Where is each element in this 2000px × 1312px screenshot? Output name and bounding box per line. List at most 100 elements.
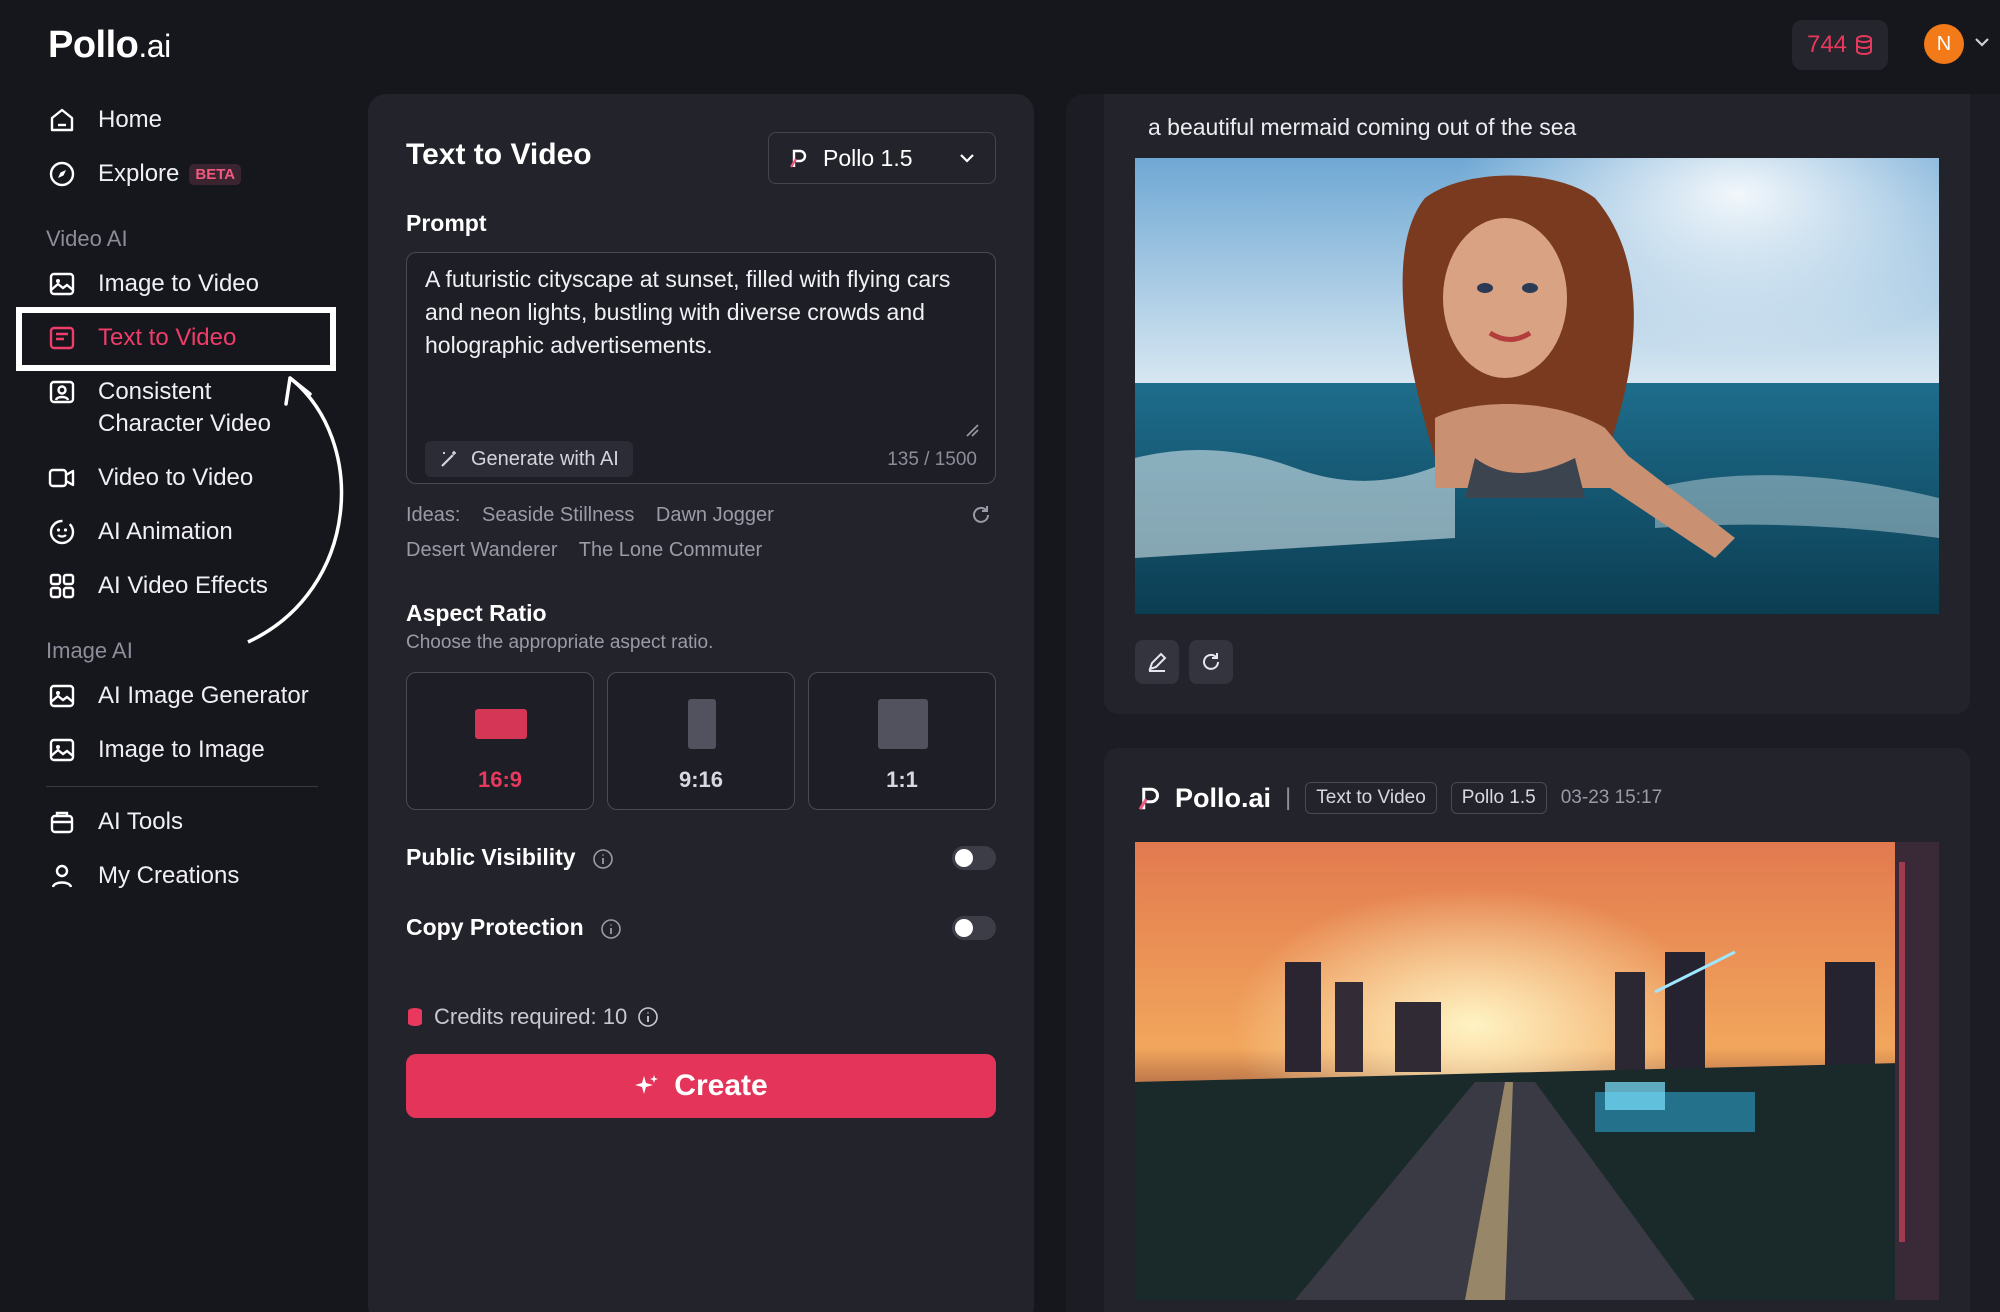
annotation-arrow <box>247 376 344 644</box>
refresh-icon <box>1203 653 1219 670</box>
result-meta: Pollo.ai | Text to Video Pollo 1.5 03-23… <box>1135 778 1662 818</box>
sparkle-icon <box>635 1075 659 1094</box>
sidebar-item-label: Image to Image <box>98 736 265 763</box>
aspect-option-16-9[interactable]: 16:9 <box>406 672 594 810</box>
idea-chip[interactable]: Seaside Stillness <box>482 504 634 526</box>
avatar[interactable]: N <box>1924 24 1964 64</box>
mode-tag: Text to Video <box>1305 782 1437 814</box>
sidebar-item-ai-animation[interactable]: AI Animation <box>46 516 233 548</box>
model-select[interactable]: Pollo 1.5 <box>768 132 996 184</box>
chevron-down-icon[interactable] <box>1972 32 1992 52</box>
idea-chip[interactable]: The Lone Commuter <box>579 539 762 561</box>
chevron-down-icon <box>960 154 974 163</box>
mermaid-video-frame <box>1135 158 1939 614</box>
user-icon <box>51 864 73 888</box>
image-generator-icon <box>49 684 75 708</box>
character-icon <box>49 380 75 404</box>
resize-handle-icon[interactable] <box>965 423 979 437</box>
sidebar-item-label: AI Animation <box>98 518 233 545</box>
result-timestamp: 03-23 15:17 <box>1560 787 1663 808</box>
create-label: Create <box>674 1069 768 1102</box>
coins-icon <box>1856 35 1873 55</box>
sidebar-item-text-to-video[interactable]: Text to Video <box>46 322 236 354</box>
animation-icon <box>49 519 75 545</box>
pollo-logo-icon <box>1138 787 1159 811</box>
ideas-label: Ideas: <box>406 504 461 526</box>
label-line-1: Consistent <box>98 378 212 405</box>
section-label-image-ai: Image AI <box>46 638 133 663</box>
sidebar-item-my-creations[interactable]: My Creations <box>46 860 239 892</box>
idea-chip[interactable]: Desert Wanderer <box>406 539 558 561</box>
aspect-option-1-1[interactable]: 1:1 <box>808 672 996 810</box>
edit-button[interactable] <box>1135 640 1179 684</box>
image-video-icon <box>49 272 75 296</box>
sidebar-item-label: AI Tools <box>98 808 183 835</box>
sidebar-item-video-to-video[interactable]: Video to Video <box>46 462 253 494</box>
aspect-ratio-subtitle: Choose the appropriate aspect ratio. <box>406 632 714 653</box>
public-visibility-text: Public Visibility <box>406 844 576 870</box>
sidebar-item-consistent-character[interactable]: Consistent Character Video <box>46 376 271 440</box>
prompt-textarea[interactable]: A futuristic cityscape at sunset, filled… <box>406 252 996 484</box>
generate-label: Generate with AI <box>471 447 619 470</box>
video-convert-icon <box>48 468 75 488</box>
sidebar-item-ai-tools[interactable]: AI Tools <box>46 806 183 838</box>
ratio-shape-tall <box>688 699 716 749</box>
refresh-ideas-icon[interactable] <box>970 504 992 526</box>
public-visibility-toggle[interactable] <box>952 846 996 870</box>
aspect-ratio-title: Aspect Ratio <box>406 600 547 626</box>
result-video-cityscape[interactable] <box>1135 842 1939 1300</box>
credits-required: Credits required: 10 <box>406 1004 659 1030</box>
coins-icon <box>408 1008 422 1026</box>
copy-protection-text: Copy Protection <box>406 914 584 940</box>
sidebar-item-explore[interactable]: Explore BETA <box>46 158 242 190</box>
credits-balance[interactable]: 744 <box>1792 20 1888 70</box>
sidebar-item-ai-video-effects[interactable]: AI Video Effects <box>46 570 268 602</box>
text-video-icon <box>49 326 75 350</box>
aspect-label: 1:1 <box>886 767 918 792</box>
prompt-text: A futuristic cityscape at sunset, filled… <box>425 266 951 358</box>
result-caption: a beautiful mermaid coming out of the se… <box>1148 114 1577 140</box>
home-icon <box>50 108 74 132</box>
sidebar-item-label: Explore <box>98 160 180 187</box>
beta-badge: BETA <box>189 163 242 185</box>
result-video-mermaid[interactable] <box>1135 158 1939 614</box>
meta-separator: | <box>1285 784 1292 811</box>
ratio-shape-wide <box>475 709 527 739</box>
info-icon[interactable] <box>600 918 622 940</box>
cityscape-video-frame <box>1135 842 1939 1300</box>
info-icon[interactable] <box>637 1006 659 1028</box>
generate-with-ai-button[interactable]: Generate with AI <box>425 441 633 477</box>
credits-count: 744 <box>1806 31 1848 58</box>
result-brand-name: Pollo.ai <box>1175 782 1272 813</box>
model-name: Pollo 1.5 <box>823 144 913 171</box>
aspect-option-9-16[interactable]: 9:16 <box>607 672 795 810</box>
brand-name: Pollo <box>48 24 139 66</box>
brand-suffix: .ai <box>138 28 171 64</box>
result-brand: Pollo.ai <box>1135 783 1271 814</box>
sidebar-item-label: AI Image Generator <box>98 682 309 709</box>
avatar-initial: N <box>1936 32 1952 55</box>
aspect-label: 9:16 <box>678 767 724 792</box>
copy-protection-toggle[interactable] <box>952 916 996 940</box>
sidebar-item-home[interactable]: Home <box>46 104 162 136</box>
sidebar-item-label: Image to Video <box>98 270 260 297</box>
create-button[interactable]: Create <box>406 1054 996 1118</box>
prompt-label: Prompt <box>406 210 487 236</box>
sidebar-item-image-to-video[interactable]: Image to Video <box>46 268 259 300</box>
info-icon[interactable] <box>592 848 614 870</box>
sidebar-item-ai-image-generator[interactable]: AI Image Generator <box>46 680 309 712</box>
regenerate-button[interactable] <box>1189 640 1233 684</box>
sidebar-divider <box>46 786 318 787</box>
magic-wand-icon <box>441 451 456 467</box>
ideas-row-2: Desert Wanderer The Lone Commuter <box>406 539 778 562</box>
pencil-icon <box>1148 652 1167 672</box>
ideas-row-1: Ideas: Seaside Stillness Dawn Jogger <box>406 504 790 527</box>
section-label-video-ai: Video AI <box>46 226 128 251</box>
idea-chip[interactable]: Dawn Jogger <box>656 504 774 526</box>
sidebar-item-image-to-image[interactable]: Image to Image <box>46 734 265 766</box>
character-count: 135 / 1500 <box>887 449 977 470</box>
pollo-logo-icon <box>789 149 807 168</box>
brand-logo[interactable]: Pollo.ai <box>48 24 171 67</box>
credits-required-text: Credits required: 10 <box>434 1004 628 1029</box>
sidebar-item-label: Text to Video <box>98 324 237 351</box>
